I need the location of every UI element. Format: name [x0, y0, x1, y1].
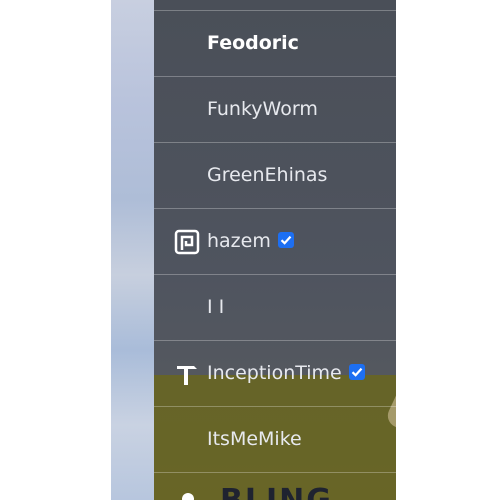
list-item-feodoric[interactable]: Feodoric [154, 11, 396, 77]
hammer-icon [177, 366, 197, 385]
list-item-hazem[interactable]: hazem [154, 209, 396, 275]
username-label: ItsMeMike [207, 428, 302, 450]
list-item-bling-partial[interactable]: BLING [154, 475, 396, 500]
list-item-inceptiontime[interactable]: InceptionTime [154, 341, 396, 407]
list-item-greenehinas[interactable]: GreenEhinas [154, 143, 396, 209]
list-item-i-i[interactable]: I I [154, 275, 396, 341]
username-label: FunkyWorm [207, 98, 318, 120]
username-label: GreenEhinas [207, 164, 328, 186]
list-item-top-cut[interactable] [154, 0, 396, 11]
verified-badge-icon [348, 363, 365, 380]
list-item-itsmemike[interactable]: ItsMeMike [154, 407, 396, 473]
background-wallpaper-strip [111, 0, 156, 500]
square-spiral-logo-icon [174, 229, 200, 255]
username-label: InceptionTime [207, 362, 366, 384]
user-list-panel[interactable]: Feodoric FunkyWorm GreenEhinas hazem I I… [154, 0, 396, 500]
username-label: BLING [220, 483, 333, 500]
username-label: hazem [207, 230, 295, 252]
list-item-funkyworm[interactable]: FunkyWorm [154, 77, 396, 143]
username-text: hazem [207, 230, 271, 252]
verified-badge-icon [277, 231, 294, 248]
username-label: I I [207, 296, 225, 318]
username-text: InceptionTime [207, 362, 342, 384]
username-label: Feodoric [207, 32, 299, 54]
circle-icon [182, 493, 194, 500]
